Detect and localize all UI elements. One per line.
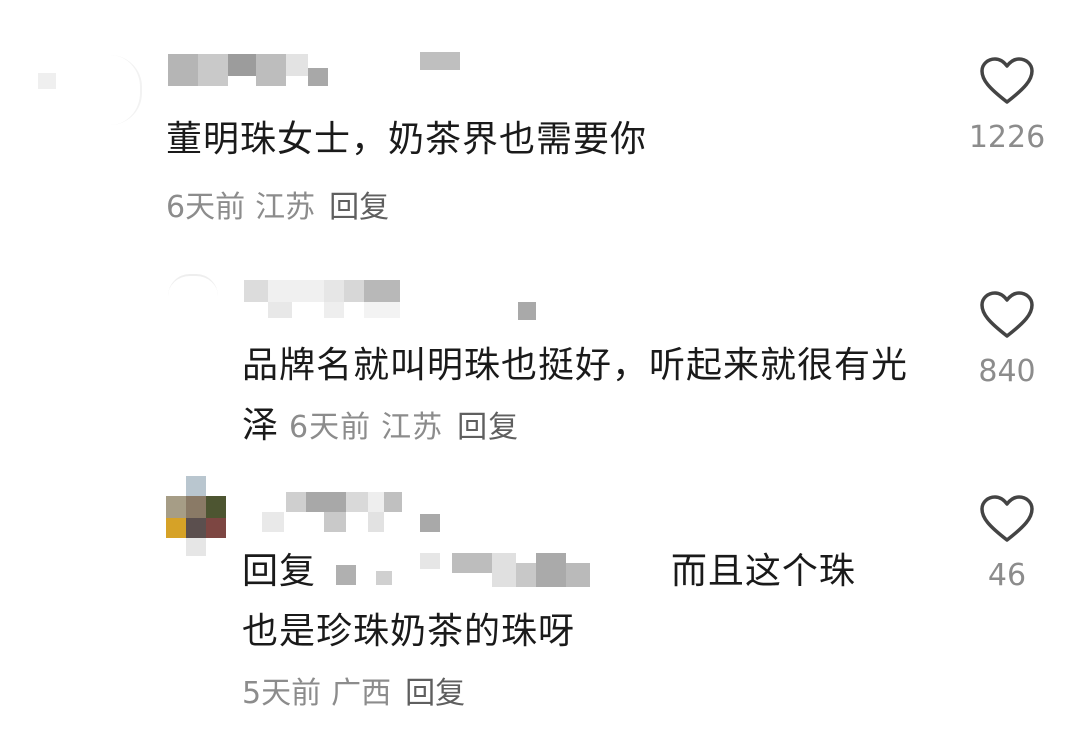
comment-meta: 6天前 江苏 回复 [166, 188, 389, 228]
heart-outline-icon[interactable] [979, 290, 1035, 340]
reply-item: 品牌名就叫明珠也挺好，听起来就很有光泽 6天前 江苏 回复 840 [0, 260, 1080, 460]
username-pixelated[interactable] [244, 280, 544, 322]
comment-location: 江苏 [381, 410, 444, 445]
like-button[interactable]: 46 [952, 494, 1062, 593]
comment-meta: 6天前 江苏 回复 [289, 410, 519, 445]
username-pixelated[interactable] [168, 50, 468, 90]
comment-text: 品牌名就叫明珠也挺好，听起来就很有光泽 6天前 江苏 回复 [242, 336, 942, 458]
comment-location: 广西 [331, 676, 392, 711]
comment-location: 江苏 [255, 190, 316, 225]
comment-time: 5天前 [242, 676, 322, 711]
like-count: 840 [978, 354, 1036, 389]
comment-time: 6天前 [289, 410, 372, 445]
like-button[interactable]: 1226 [952, 56, 1062, 155]
reply-button[interactable]: 回复 [329, 190, 389, 225]
comment-body: 而且这个珠 [670, 551, 856, 592]
comment-text: 回复 而且这个珠 也是珍珠奶茶的珠呀 [242, 542, 942, 662]
heart-outline-icon[interactable] [979, 56, 1035, 106]
mentioned-username-pixelated[interactable] [328, 553, 658, 593]
like-count: 46 [987, 558, 1027, 593]
comment-item: 董明珠女士，奶茶界也需要你 6天前 江苏 回复 1226 [0, 0, 1080, 240]
reply-prefix: 回复 [242, 551, 317, 592]
comment-meta: 5天前 广西 回复 [242, 674, 465, 714]
comment-text: 董明珠女士，奶茶界也需要你 [166, 119, 648, 160]
comment-time: 6天前 [166, 190, 246, 225]
like-count: 1226 [968, 120, 1046, 155]
reply-button[interactable]: 回复 [457, 410, 519, 445]
avatar[interactable] [168, 274, 228, 304]
avatar[interactable] [30, 55, 142, 135]
avatar[interactable] [166, 476, 230, 558]
like-button[interactable]: 840 [952, 290, 1062, 389]
username-pixelated[interactable] [262, 490, 462, 534]
reply-button[interactable]: 回复 [405, 676, 465, 711]
comment-body-line2: 也是珍珠奶茶的珠呀 [242, 611, 576, 652]
reply-item: 回复 而且这个珠 也是珍珠奶茶的珠呀 5天前 广西 回复 46 [0, 470, 1080, 732]
heart-outline-icon[interactable] [979, 494, 1035, 544]
